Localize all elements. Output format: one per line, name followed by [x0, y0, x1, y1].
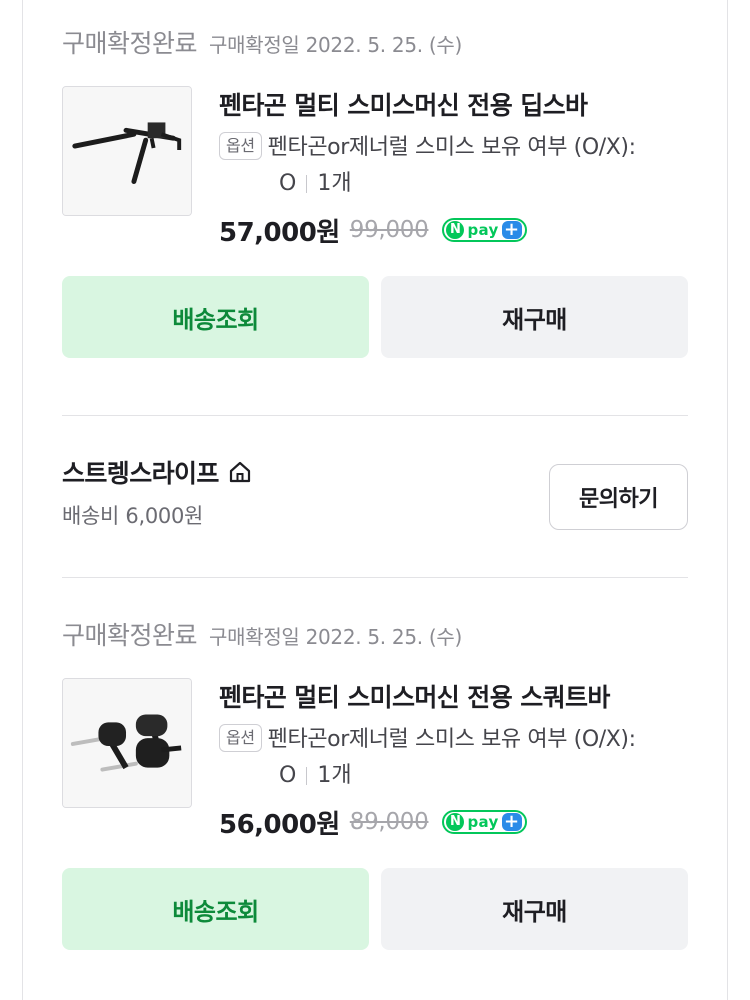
option-value: O — [279, 763, 297, 788]
npay-label: pay — [467, 221, 499, 239]
option-separator — [306, 175, 308, 193]
order-status-label: 구매확정완료 — [62, 621, 198, 650]
order-item: 구매확정완료 구매확정일 2022. 5. 25. (수) 펜타곤 멀티 스미스… — [62, 616, 688, 950]
npay-n-icon: N — [446, 221, 465, 239]
option-row: 옵션 펜타곤or제너럴 스미스 보유 여부 (O/X): — [219, 130, 689, 166]
product-row[interactable]: 펜타곤 멀티 스미스머신 전용 스쿼트바 옵션 펜타곤or제너럴 스미스 보유 여… — [62, 678, 688, 868]
price-row: 57,000원 99,000 N pay + — [219, 210, 689, 250]
product-info: 펜타곤 멀티 스미스머신 전용 스쿼트바 옵션 펜타곤or제너럴 스미스 보유 여… — [219, 678, 689, 842]
npay-plus-badge: N pay + — [442, 218, 527, 242]
npay-label: pay — [467, 813, 499, 831]
order-actions: 배송조회 재구매 — [62, 868, 688, 950]
product-thumbnail[interactable] — [62, 86, 192, 216]
option-value-row: O 1개 — [219, 758, 689, 794]
section-divider — [62, 415, 688, 416]
store-home-icon[interactable] — [227, 459, 253, 485]
quantity: 1개 — [317, 171, 352, 196]
order-status-row: 구매확정완료 구매확정일 2022. 5. 25. (수) — [62, 24, 688, 64]
order-actions: 배송조회 재구매 — [62, 276, 688, 358]
squat-bar-product-image — [63, 679, 191, 807]
inquiry-button[interactable]: 문의하기 — [549, 464, 688, 530]
order-status-label: 구매확정완료 — [62, 29, 198, 58]
price-row: 56,000원 89,000 N pay + — [219, 802, 689, 842]
order-status-row: 구매확정완료 구매확정일 2022. 5. 25. (수) — [62, 616, 688, 656]
option-separator — [306, 767, 308, 785]
dip-bar-product-image — [63, 87, 191, 215]
option-badge: 옵션 — [219, 724, 262, 752]
product-info: 펜타곤 멀티 스미스머신 전용 딥스바 옵션 펜타곤or제너럴 스미스 보유 여부… — [219, 86, 689, 250]
sale-price: 57,000원 — [219, 217, 340, 248]
original-price: 99,000 — [349, 217, 429, 243]
purchase-confirm-date: 구매확정일 2022. 5. 25. (수) — [209, 625, 462, 649]
track-delivery-button[interactable]: 배송조회 — [62, 276, 369, 358]
option-badge: 옵션 — [219, 132, 262, 160]
quantity: 1개 — [317, 763, 352, 788]
npay-n-icon: N — [446, 813, 465, 831]
option-value: O — [279, 171, 297, 196]
product-name[interactable]: 펜타곤 멀티 스미스머신 전용 스쿼트바 — [219, 678, 689, 718]
option-row: 옵션 펜타곤or제너럴 스미스 보유 여부 (O/X): — [219, 722, 689, 758]
order-item: 구매확정완료 구매확정일 2022. 5. 25. (수) 펜타곤 멀티 스미스… — [62, 24, 688, 358]
seller-name[interactable]: 스트렝스라이프 — [62, 454, 219, 490]
section-divider — [62, 577, 688, 578]
original-price: 89,000 — [349, 809, 429, 835]
rebuy-button[interactable]: 재구매 — [381, 276, 688, 358]
seller-section: 스트렝스라이프 배송비 6,000원 문의하기 — [62, 448, 688, 548]
product-name[interactable]: 펜타곤 멀티 스미스머신 전용 딥스바 — [219, 86, 689, 126]
option-text: 펜타곤or제너럴 스미스 보유 여부 (O/X): — [267, 135, 636, 160]
rebuy-button[interactable]: 재구매 — [381, 868, 688, 950]
sale-price: 56,000원 — [219, 809, 340, 840]
track-delivery-button[interactable]: 배송조회 — [62, 868, 369, 950]
card-left-border — [22, 0, 23, 1000]
purchase-confirm-date: 구매확정일 2022. 5. 25. (수) — [209, 33, 462, 57]
npay-plus-icon: + — [501, 221, 522, 239]
option-value-row: O 1개 — [219, 166, 689, 202]
product-row[interactable]: 펜타곤 멀티 스미스머신 전용 딥스바 옵션 펜타곤or제너럴 스미스 보유 여부… — [62, 86, 688, 276]
card-right-border — [727, 0, 728, 1000]
product-thumbnail[interactable] — [62, 678, 192, 808]
option-text: 펜타곤or제너럴 스미스 보유 여부 (O/X): — [267, 727, 636, 752]
npay-plus-badge: N pay + — [442, 810, 527, 834]
npay-plus-icon: + — [501, 813, 522, 831]
